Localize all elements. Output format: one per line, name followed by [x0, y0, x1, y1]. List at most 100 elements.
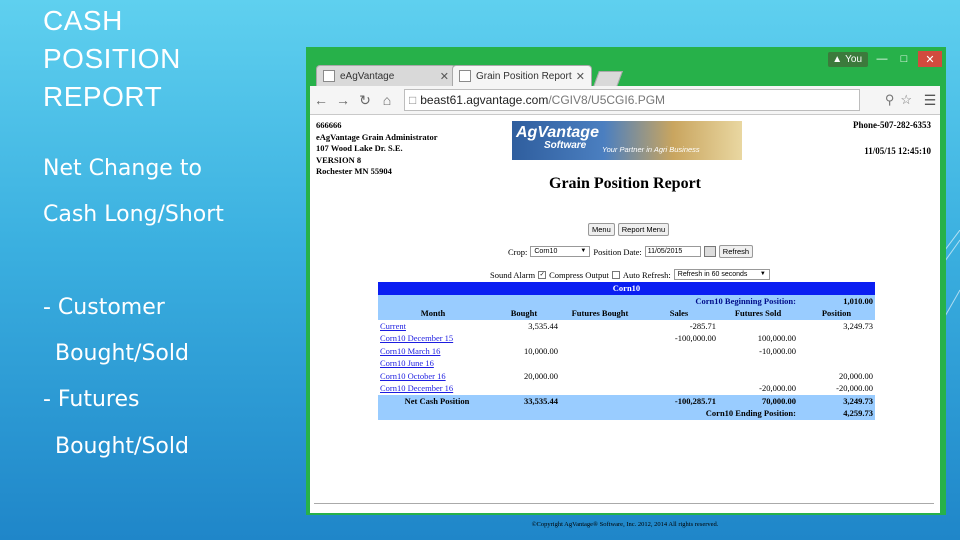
bought-cell: [488, 382, 560, 395]
report-menu-button[interactable]: Report Menu: [617, 223, 670, 236]
grain-position-table: Corn10 Corn10 Beginning Position: 1,010.…: [378, 282, 875, 420]
logo-tagline: Your Partner in Agri Business: [602, 145, 700, 154]
position-cell: 20,000.00: [839, 370, 873, 381]
position-cell: [798, 332, 875, 345]
net-cash-position-label: Net Cash Position: [378, 394, 488, 407]
reload-icon[interactable]: ↻: [354, 92, 376, 109]
user-badge-label: You: [845, 53, 862, 65]
home-icon[interactable]: ⌂: [376, 92, 398, 108]
month-link[interactable]: Corn10 December 16: [378, 382, 488, 395]
chevron-down-icon: ▼: [580, 248, 587, 254]
forward-arrow-icon[interactable]: →: [332, 92, 354, 108]
position-cell: [798, 345, 875, 358]
beginning-position-value: 1,010.00: [798, 294, 875, 307]
slide-subtitle-line: Cash Long/Short: [43, 202, 224, 227]
column-header: Futures Bought: [560, 307, 640, 320]
ending-position-value: 4,259.73: [798, 407, 875, 420]
address-line: eAgVantage Grain Administrator: [316, 131, 438, 142]
month-link[interactable]: Corn10 December 15: [378, 332, 488, 345]
crop-header: Corn10: [378, 282, 875, 295]
futures-sold-cell: [718, 370, 798, 383]
tab-grain-position-report[interactable]: Grain Position Report ✕: [452, 65, 592, 86]
address-line: VERSION 8: [316, 154, 362, 165]
address-line: 107 Wood Lake Dr. S.E.: [316, 143, 403, 153]
slide-title-line: CASH: [43, 5, 123, 36]
slide-subtitle-line: Net Change to: [43, 156, 202, 181]
address-bar[interactable]: □ beast61.agvantage.com/CGIV8/U5CGI6.PGM: [404, 89, 860, 111]
futures-sold-cell: -10,000.00: [759, 345, 796, 356]
browser-toolbar: ← → ↻ ⌂ □ beast61.agvantage.com/CGIV8/U5…: [310, 86, 940, 115]
compress-output-label: Compress Output: [549, 269, 609, 280]
crop-select[interactable]: Corn10 ▼: [530, 246, 591, 257]
refresh-button[interactable]: Refresh: [718, 245, 754, 258]
beginning-position-row: Corn10 Beginning Position: 1,010.00: [378, 294, 875, 307]
month-link[interactable]: Corn10 March 16: [378, 345, 488, 358]
maximize-icon[interactable]: □: [896, 53, 912, 65]
net-cash-position-row: Net Cash Position 33,535.44 -100,285.71 …: [378, 394, 875, 407]
browser-menu-icon[interactable]: ☰: [920, 92, 940, 109]
bought-cell: 3,535.44: [528, 320, 558, 331]
copyright-footer: ©Copyright AgVantage® Software, Inc. 201…: [531, 521, 719, 528]
url-host: beast61.agvantage.com: [420, 93, 549, 107]
tab-eagvantage[interactable]: eAgVantage ✕: [316, 65, 456, 86]
options-row: Sound Alarm ✓ Compress Output Auto Refre…: [490, 269, 770, 280]
futures-sold-cell: [718, 357, 798, 370]
report-datetime: 11/05/15 12:45:10: [864, 146, 931, 156]
tab-label: Grain Position Report: [476, 70, 572, 82]
window-controls: ▲ You — □ ✕: [828, 51, 942, 67]
user-badge[interactable]: ▲ You: [828, 51, 868, 67]
close-window-icon[interactable]: ✕: [918, 51, 942, 67]
futures-bought-cell: [560, 370, 640, 383]
address-bar-icons: ⚲ ☆: [885, 92, 916, 108]
beginning-position-label: Corn10 Beginning Position:: [378, 294, 798, 307]
sales-cell: [640, 345, 718, 358]
logo-software: Software: [544, 140, 587, 151]
month-link[interactable]: Current: [378, 320, 488, 333]
ending-position-label: Corn10 Ending Position:: [378, 407, 798, 420]
bought-cell: [488, 357, 560, 370]
minimize-icon[interactable]: —: [874, 53, 890, 65]
slide-bullet: Bought/Sold: [55, 434, 189, 459]
sales-cell: -285.71: [689, 320, 716, 331]
sound-alarm-checkbox[interactable]: ✓: [538, 270, 547, 279]
position-date-label: Position Date:: [593, 246, 642, 257]
auto-refresh-label: Auto Refresh:: [622, 269, 671, 280]
compress-output-checkbox[interactable]: [611, 270, 620, 279]
back-arrow-icon[interactable]: ←: [310, 92, 332, 108]
futures-sold-cell: -20,000.00: [759, 383, 796, 394]
sales-cell: -100,000.00: [674, 333, 716, 344]
sales-cell: [640, 382, 718, 395]
crop-filter-row: Crop: Corn10 ▼ Position Date: 11/05/2015 …: [508, 245, 754, 258]
tab-strip: eAgVantage ✕ Grain Position Report ✕: [316, 65, 623, 87]
column-header: Sales: [640, 307, 718, 320]
sales-cell: [640, 357, 718, 370]
tab-close-icon[interactable]: ✕: [440, 70, 449, 83]
sales-cell: [640, 370, 718, 383]
futures-sold-cell: 100,000.00: [757, 333, 796, 344]
column-header-row: Month Bought Futures Bought Sales Future…: [378, 307, 875, 320]
position-cell: [798, 357, 875, 370]
company-address: 666666 eAgVantage Grain Administrator 10…: [316, 120, 438, 178]
slide-bullet: Bought/Sold: [55, 341, 189, 366]
menu-button[interactable]: Menu: [588, 223, 615, 236]
futures-bought-cell: [560, 345, 640, 358]
net-sales: -100,285.71: [640, 394, 718, 407]
table-row: Corn10 October 16 20,000.00 20,000.00: [378, 370, 875, 383]
page-icon: □: [409, 93, 417, 107]
tab-label: eAgVantage: [340, 70, 395, 82]
tab-close-icon[interactable]: ✕: [576, 70, 585, 83]
search-icon[interactable]: ⚲: [885, 92, 895, 108]
month-link[interactable]: Corn10 June 16: [378, 357, 488, 370]
crop-select-value: Corn10: [534, 248, 558, 255]
auto-refresh-select[interactable]: Refresh in 60 seconds ▼: [673, 269, 770, 280]
net-futures-sold: 70,000.00: [718, 394, 798, 407]
new-tab-button[interactable]: [593, 71, 623, 87]
calendar-icon[interactable]: [703, 246, 716, 257]
table-row: Corn10 March 16 10,000.00 -10,000.00: [378, 345, 875, 358]
bookmark-star-icon[interactable]: ☆: [900, 92, 912, 108]
table-row: Current 3,535.44 -285.71 3,249.73: [378, 320, 875, 333]
slide-bullet: - Customer: [43, 295, 165, 320]
net-bought: 33,535.44: [488, 394, 560, 407]
month-link[interactable]: Corn10 October 16: [378, 370, 488, 383]
position-date-input[interactable]: 11/05/2015: [644, 246, 701, 257]
